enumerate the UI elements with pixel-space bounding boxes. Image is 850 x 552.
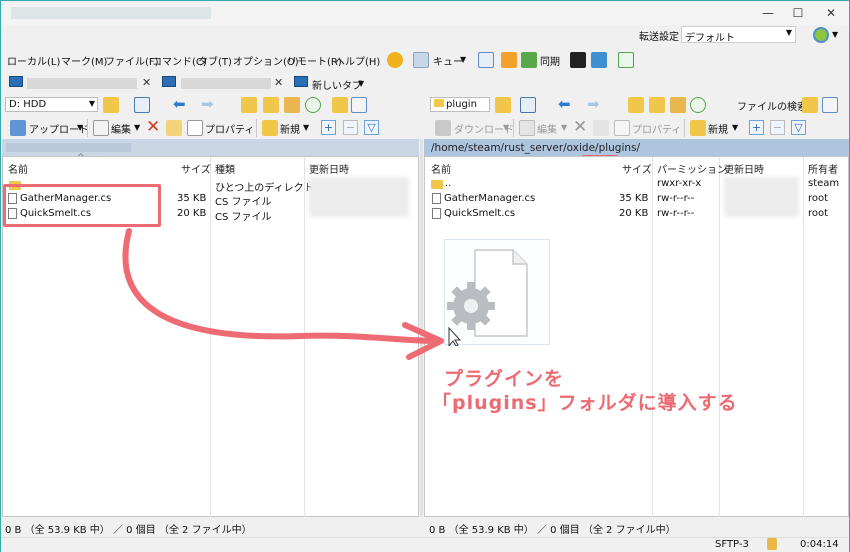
- protocol-label: SFTP-3: [715, 539, 749, 550]
- annotation-line-2: 「plugins」フォルダに導入する: [432, 392, 738, 414]
- session-time: 0:04:14: [800, 539, 839, 550]
- drag-arrow-annotation: [122, 228, 444, 360]
- local-status-text: 0 B （全 53.9 KB 中） ／ 0 個目 （全 2 ファイル中）: [5, 525, 252, 536]
- remote-status-text: 0 B （全 53.9 KB 中） ／ 0 個目 （全 2 ファイル中）: [429, 525, 676, 536]
- lock-icon: [767, 538, 777, 550]
- app-window: — ☐ ✕ 転送設定 デフォルト ▼ ▼ ローカル(L) マーク(M) ファイル…: [0, 0, 850, 552]
- annotation-line-1: プラグインを: [444, 368, 565, 390]
